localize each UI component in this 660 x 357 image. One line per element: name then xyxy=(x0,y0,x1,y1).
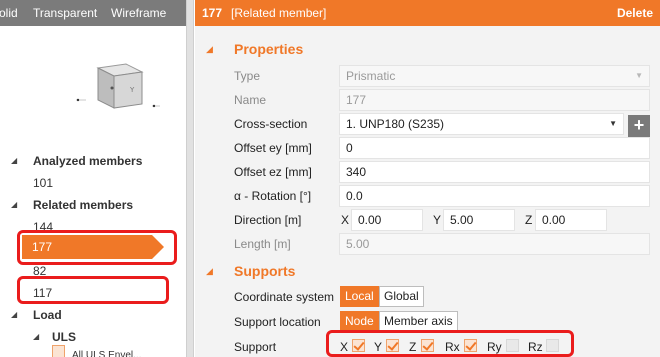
type-select: Prismatic ▼ xyxy=(339,65,650,87)
highlight-box-177 xyxy=(17,230,177,265)
row-coordinate-system: Coordinate system Local Global xyxy=(195,285,660,309)
member-kind: [Related member] xyxy=(231,6,327,20)
navigation-cube-icon[interactable]: Y xyxy=(70,62,166,118)
properties-pane: 177 [Related member] Delete ◢ Properties… xyxy=(195,0,660,357)
direction-y-field[interactable]: 5.00 xyxy=(443,209,515,231)
collapse-icon[interactable]: ◢ xyxy=(206,260,213,282)
tree-related-members[interactable]: ◢ Related members xyxy=(0,195,186,215)
view-solid-button[interactable]: olid xyxy=(0,6,18,20)
offset-ey-field[interactable]: 0 xyxy=(339,137,650,159)
row-offset-ez: Offset ez [mm] 340 xyxy=(195,160,660,184)
length-field: 5.00 xyxy=(339,233,650,255)
tree-analyzed-members[interactable]: ◢ Analyzed members xyxy=(0,151,186,171)
location-member-axis-toggle[interactable]: Member axis xyxy=(379,311,458,332)
pane-splitter[interactable] xyxy=(186,0,194,357)
tree-item-101[interactable]: 101 xyxy=(0,173,186,193)
highlight-box-support xyxy=(326,330,574,357)
delete-button[interactable]: Delete xyxy=(617,6,653,20)
direction-z-field[interactable]: 0.00 xyxy=(535,209,607,231)
tree-uls[interactable]: ◢ ULS xyxy=(0,327,186,347)
chevron-down-icon: ▼ xyxy=(609,119,617,128)
view-wireframe-button[interactable]: Wireframe xyxy=(111,6,166,20)
rotation-field[interactable]: 0.0 xyxy=(339,185,650,207)
row-rotation: α - Rotation [°] 0.0 xyxy=(195,184,660,208)
tree-item-all-uls-envelope[interactable]: All ULS Envel... xyxy=(0,345,186,357)
row-length: Length [m] 5.00 xyxy=(195,232,660,256)
view-toolbar: olid Transparent Wireframe xyxy=(0,0,186,26)
coord-local-toggle[interactable]: Local xyxy=(340,286,379,307)
direction-x-field[interactable]: 0.00 xyxy=(351,209,423,231)
view-transparent-button[interactable]: Transparent xyxy=(33,6,97,20)
cross-section-select[interactable]: 1. UNP180 (S235) ▼ xyxy=(339,113,624,135)
row-offset-ey: Offset ey [mm] 0 xyxy=(195,136,660,160)
coord-global-toggle[interactable]: Global xyxy=(379,286,424,307)
add-cross-section-button[interactable]: + xyxy=(628,115,650,137)
chevron-down-icon: ▼ xyxy=(635,71,643,80)
cube-face-label: Y xyxy=(129,86,135,94)
offset-ez-field[interactable]: 340 xyxy=(339,161,650,183)
uls-envelope-checkbox[interactable] xyxy=(52,345,65,357)
row-cross-section: Cross-section 1. UNP180 (S235) ▼ xyxy=(195,112,660,136)
tree-load[interactable]: ◢ Load xyxy=(0,305,186,325)
member-number: 177 xyxy=(202,6,223,20)
row-type: Type Prismatic ▼ xyxy=(195,64,660,88)
collapse-icon[interactable]: ◢ xyxy=(206,38,213,60)
app-root: olid Transparent Wireframe Y ◢ Analyzed m… xyxy=(0,0,660,357)
member-header: 177 [Related member] Delete xyxy=(195,0,660,26)
row-name: Name 177 xyxy=(195,88,660,112)
location-node-toggle[interactable]: Node xyxy=(340,311,379,332)
highlight-box-117 xyxy=(17,276,169,304)
name-field: 177 xyxy=(339,89,650,111)
row-direction: Direction [m] X 0.00 Y 5.00 Z 0.00 xyxy=(195,208,660,232)
